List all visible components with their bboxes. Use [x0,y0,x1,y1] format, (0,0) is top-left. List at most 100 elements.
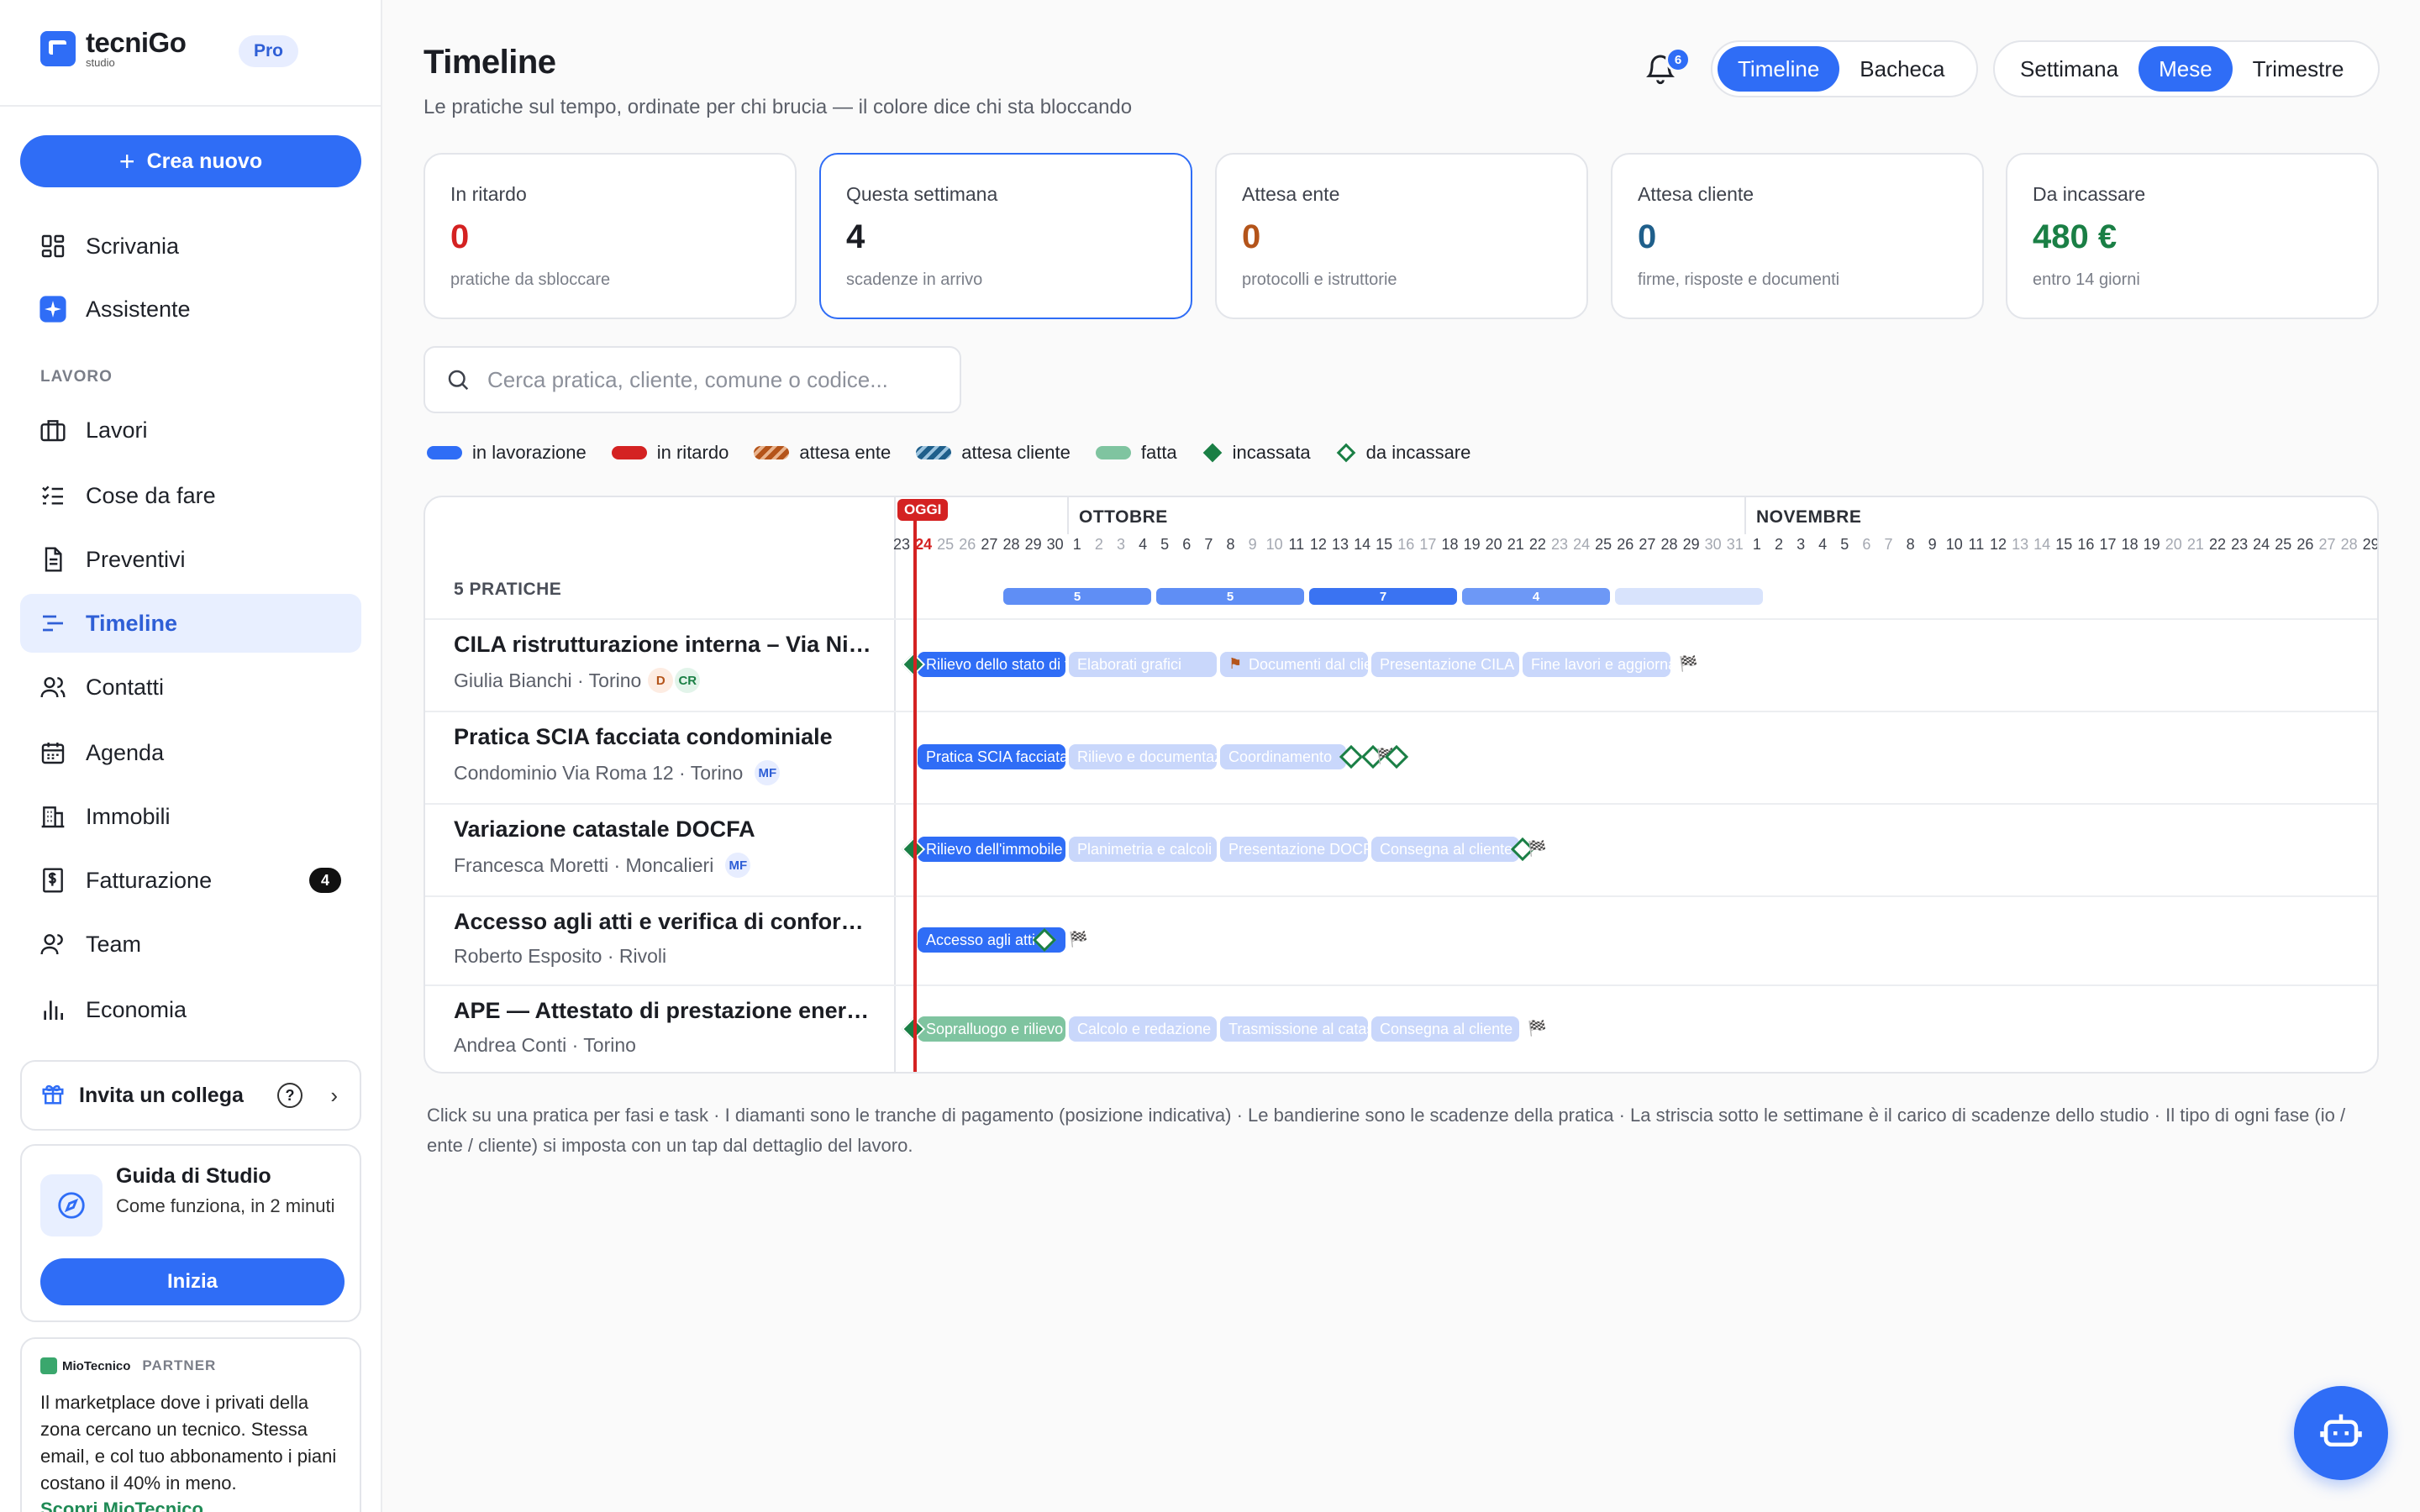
sidebar-item-contatti[interactable]: Contatti [20,658,361,717]
fatturazione-count-badge: 4 [309,868,341,893]
create-new-label: Crea nuovo [146,149,263,173]
legend-label: in ritardo [656,442,729,463]
phase-bar[interactable]: Consegna al cliente [1371,1016,1519,1042]
practice-row[interactable]: Accesso agli atti e verifica di conformi… [454,909,891,968]
phase-bar[interactable]: Rilievo dello stato di fatto [918,652,1065,677]
guide-start-button[interactable]: Inizia [40,1258,345,1305]
timeline-panel: 5 PRATICHE OTTOBRE NOVEMBRE 23 24 25 26 27 28… [424,496,2379,1074]
practice-title: Variazione catastale DOCFA [454,816,755,842]
stat-card-questa-settimana[interactable]: Questa settimana 4 scadenze in arrivo [819,153,1192,319]
phase-bar[interactable]: Fine lavori e aggiornamento [1523,652,1670,677]
sidebar-item-timeline[interactable]: Timeline [20,594,361,653]
sidebar-item-scrivania[interactable]: Scrivania [20,217,361,276]
brand[interactable]: tecniGo studio [40,27,187,68]
practice-client: Roberto Esposito · Rivoli [454,945,667,967]
phase-bar[interactable]: Consegna al cliente [1371,837,1519,862]
phase-bar[interactable]: Planimetria e calcoli [1069,837,1217,862]
practice-row[interactable]: Pratica SCIA facciata condominiale Condo… [454,724,891,785]
practice-row[interactable]: APE — Attestato di prestazione energetic… [454,998,891,1057]
timeline-footnote: Click su una pratica per fasi e task · I… [427,1105,2346,1156]
day-label: 11 [1968,536,1985,553]
partner-card[interactable]: MioTecnico PARTNER Il marketplace dove i… [20,1337,361,1512]
phase-bar[interactable]: Documenti dal cliente [1220,652,1368,677]
legend-swatch [916,446,952,459]
stat-card-attesa-cliente[interactable]: Attesa cliente 0 firme, risposte e docum… [1611,153,1984,319]
deadline-flag-icon: ⚑ [1228,655,1243,672]
timeline-icon [39,609,67,638]
sidebar-item-agenda[interactable]: Agenda [20,723,361,782]
stat-card-attesa-ente[interactable]: Attesa ente 0 protocolli e istruttorie [1215,153,1588,319]
range-option-settimana[interactable]: Settimana [2000,46,2139,92]
create-new-button[interactable]: + Crea nuovo [20,135,361,187]
page-title: Timeline [424,44,556,81]
legend-swatch [611,446,647,459]
plan-badge: Pro [239,35,299,67]
page-subtitle: Le pratiche sul tempo, ordinate per chi … [424,96,1133,118]
app-name: tecniGo [86,27,187,58]
phase-bar[interactable]: Presentazione DOCFA [1220,837,1368,862]
phase-bar[interactable]: Presentazione CILA [1371,652,1519,677]
stat-label: Questa settimana [846,183,998,205]
day-label: 2 [1774,536,1783,553]
sidebar-item-assistente[interactable]: Assistente [20,280,361,339]
legend-label: attesa cliente [961,442,1071,463]
building-icon [39,802,67,831]
day-label: 30 [1704,536,1722,553]
legend-item: attesa ente [754,442,891,464]
day-label: 29 [1682,536,1700,553]
practice-client: Condominio Via Roma 12 · Torino [454,761,744,784]
phase-bar[interactable]: Elaborati grafici [1069,652,1217,677]
sidebar-item-cose-da-fare[interactable]: Cose da fare [20,466,361,525]
phase-bar[interactable]: Pratica SCIA facciata [918,744,1065,769]
sidebar-item-immobili[interactable]: Immobili [20,787,361,846]
search-input[interactable] [487,366,941,393]
day-label: 17 [1419,536,1437,553]
avatar: CR [675,668,701,693]
phase-bar[interactable]: Coordinamento [1220,744,1346,769]
sidebar-item-economia[interactable]: Economia [20,980,361,1039]
day-label: 29 [1024,536,1042,553]
phase-bar[interactable]: Rilievo e documentazione [1069,744,1217,769]
view-option-bacheca[interactable]: Bacheca [1839,46,1965,92]
help-icon[interactable]: ? [277,1083,302,1108]
stat-label: Da incassare [2033,183,2146,205]
day-label: 1 [1072,536,1081,553]
partner-link[interactable]: Scopri MioTecnico [40,1499,203,1512]
day-label: 15 [2055,536,2073,553]
phase-bar[interactable]: Rilievo dell'immobile [918,837,1065,862]
search-icon [445,367,471,392]
assistant-sparkle-icon [39,295,67,323]
stat-value: 480 € [2033,218,2118,255]
practice-row[interactable]: Variazione catastale DOCFA Francesca Mor… [454,816,891,878]
phase-bar[interactable]: Sopralluogo e rilievo [918,1016,1065,1042]
stat-card-da-incassare[interactable]: Da incassare 480 € entro 14 giorni [2006,153,2379,319]
avatar: MF [755,760,781,785]
sidebar-item-fatturazione[interactable]: Fatturazione 4 [20,851,361,910]
gift-icon [40,1081,66,1110]
sidebar-item-preventivi[interactable]: Preventivi [20,530,361,589]
contacts-icon [39,673,67,701]
team-icon [39,930,67,958]
sidebar-item-label: Lavori [86,417,148,443]
practice-count: 5 PRATICHE [454,580,562,599]
phase-bar[interactable]: Calcolo e redazione [1069,1016,1217,1042]
stat-card-in-ritardo[interactable]: In ritardo 0 pratiche da sbloccare [424,153,797,319]
day-label: 13 [2012,536,2029,553]
notifications-button[interactable]: 6 [1644,47,1691,89]
checklist-icon [39,481,67,510]
sidebar-item-lavori[interactable]: Lavori [20,401,361,459]
document-icon [39,545,67,574]
finish-flag-icon: 🏁 [1528,1020,1547,1037]
assistant-fab[interactable] [2294,1386,2388,1480]
phase-bar[interactable]: Trasmissione al catasto [1220,1016,1368,1042]
view-option-timeline[interactable]: Timeline [1718,46,1840,92]
day-label: 14 [1354,536,1371,553]
miotecnico-logo-icon [40,1357,57,1374]
day-label: 18 [2121,536,2139,553]
range-option-mese[interactable]: Mese [2139,46,2233,92]
stat-value: 4 [846,218,865,255]
invite-colleague-button[interactable]: Invita un collega ? › [20,1060,361,1131]
sidebar-item-team[interactable]: Team [20,915,361,974]
practice-row[interactable]: CILA ristrutturazione interna – Via Nizz… [454,632,891,693]
range-option-trimestre[interactable]: Trimestre [2233,46,2365,92]
